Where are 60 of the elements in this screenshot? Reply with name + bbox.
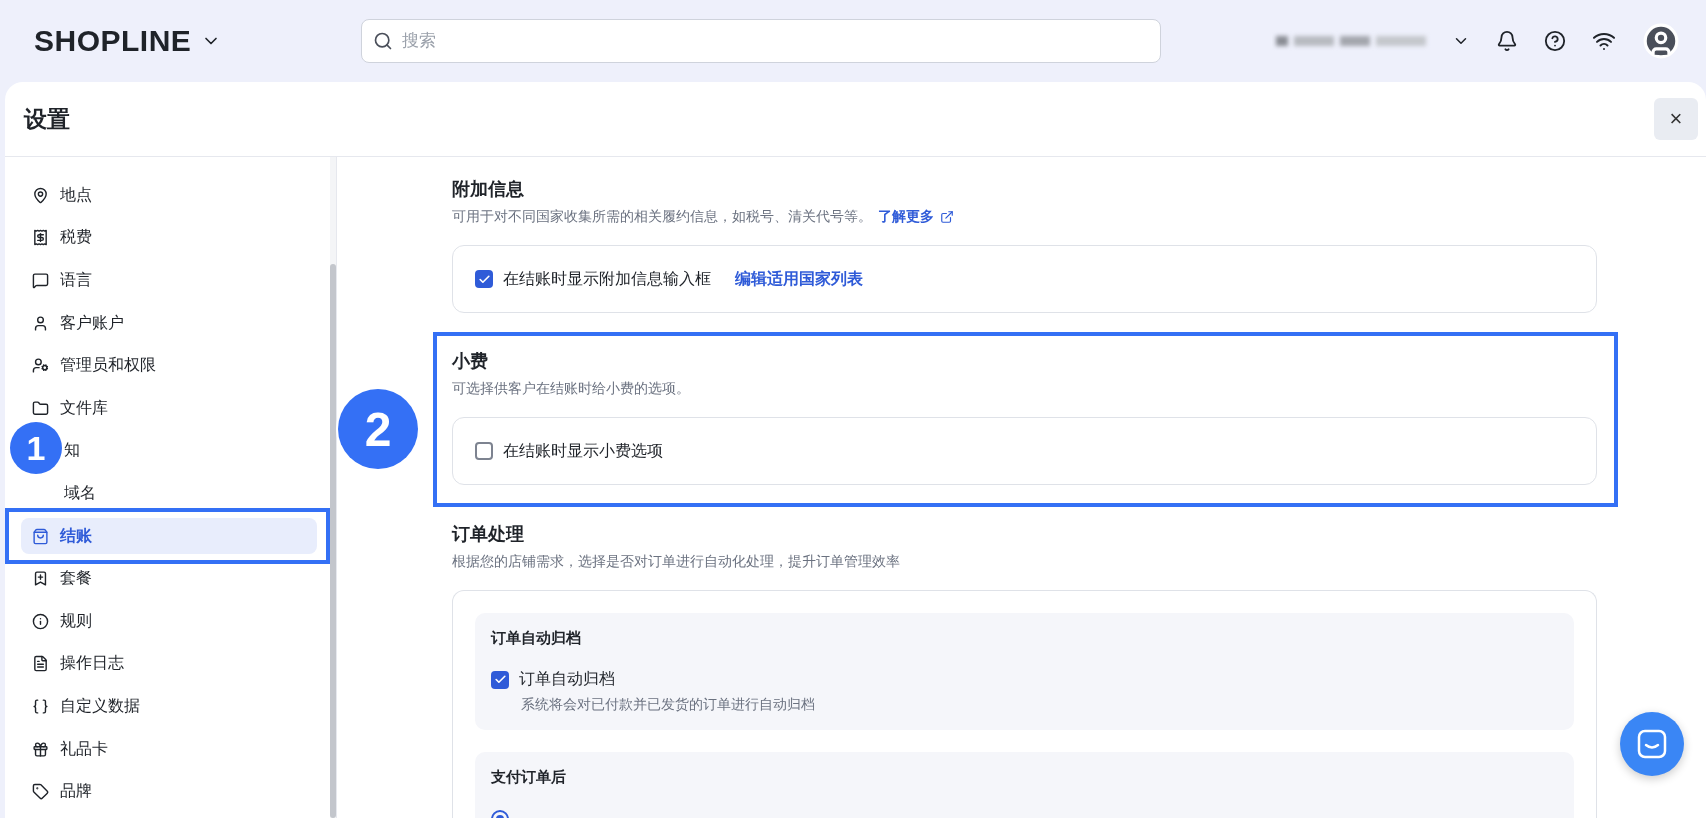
scrollbar-thumb[interactable] [330, 264, 336, 818]
document-icon [32, 655, 49, 673]
sidebar-item[interactable]: 自定义数据 [21, 694, 148, 719]
receipt-icon [32, 229, 49, 247]
section-title: 订单处理 [452, 523, 525, 546]
checkbox[interactable] [475, 270, 493, 288]
bookmark-icon [32, 570, 49, 588]
option-label: 在结账时显示附加信息输入框 [503, 268, 711, 289]
sidebar-item[interactable]: 管理员和权限 [21, 353, 164, 378]
group-title: 订单自动归档 [491, 628, 582, 648]
chat-icon [1636, 728, 1668, 760]
option-hint: 系统将会对已付款并已发货的订单进行自动归档 [521, 696, 816, 714]
checkbox[interactable] [475, 442, 493, 460]
option-label: 在结账时显示小费选项 [503, 440, 663, 461]
sidebar-item[interactable]: 客户账户 [21, 311, 132, 336]
panel-title: 设置 [24, 104, 70, 134]
section-title: 附加信息 [452, 178, 525, 201]
sidebar-item[interactable]: 规则 [21, 609, 100, 634]
sidebar-item[interactable]: 品牌 [21, 779, 100, 804]
step-badge: 2 [338, 389, 418, 469]
close-button[interactable]: × [1654, 98, 1698, 140]
external-link-icon [940, 210, 954, 224]
sidebar-item[interactable]: 操作日志 [21, 651, 132, 676]
sidebar-item[interactable]: 套餐 [21, 566, 100, 591]
user-gear-icon [32, 357, 49, 375]
group-title: 支付订单后 [491, 767, 567, 787]
section-description: 可选择供客户在结账时给小费的选项。 [452, 380, 690, 398]
step-badge: 1 [10, 422, 62, 474]
sidebar-item[interactable]: 语言 [21, 268, 100, 293]
folder-icon [32, 399, 49, 417]
avatar-icon[interactable] [1642, 22, 1680, 60]
checkbox[interactable] [491, 670, 509, 689]
help-icon[interactable] [1544, 30, 1566, 52]
user-icon [32, 314, 49, 332]
shopping-bag-icon [32, 527, 49, 545]
braces-icon [32, 697, 49, 715]
edit-link[interactable]: 编辑适用国家列表 [735, 268, 863, 290]
sidebar-item[interactable]: 地点 [21, 183, 100, 208]
check-icon [493, 673, 507, 686]
map-pin-icon [32, 186, 49, 204]
search-icon [373, 31, 394, 51]
logo: SHOPLINE [34, 24, 192, 58]
sidebar-item[interactable]: 礼品卡 [21, 737, 116, 761]
gift-icon [32, 740, 49, 758]
sidebar-item[interactable]: 结账 [21, 518, 317, 555]
message-icon [32, 272, 49, 289]
sidebar-item[interactable]: 文件库 [21, 396, 116, 421]
section-description: 根据您的店铺需求，选择是否对订单进行自动化处理，提升订单管理效率 [452, 553, 900, 571]
section-description: 可用于对不同国家收集所需的相关履约信息，如税号、清关代号等。 [452, 208, 872, 226]
section-title: 小费 [452, 350, 489, 373]
option-label: 订单自动归档 [519, 669, 615, 689]
bell-icon[interactable] [1496, 30, 1518, 52]
sidebar-item[interactable]: 税费 [21, 225, 100, 250]
tag-icon [32, 783, 49, 801]
sidebar-item[interactable]: 域名 [64, 481, 104, 506]
sidebar-item[interactable]: 知 [64, 438, 88, 463]
check-icon [477, 272, 491, 286]
info-icon [32, 612, 49, 630]
learn-more-link[interactable]: 了解更多 [878, 207, 954, 227]
search-field[interactable]: 搜索 [361, 19, 1162, 63]
